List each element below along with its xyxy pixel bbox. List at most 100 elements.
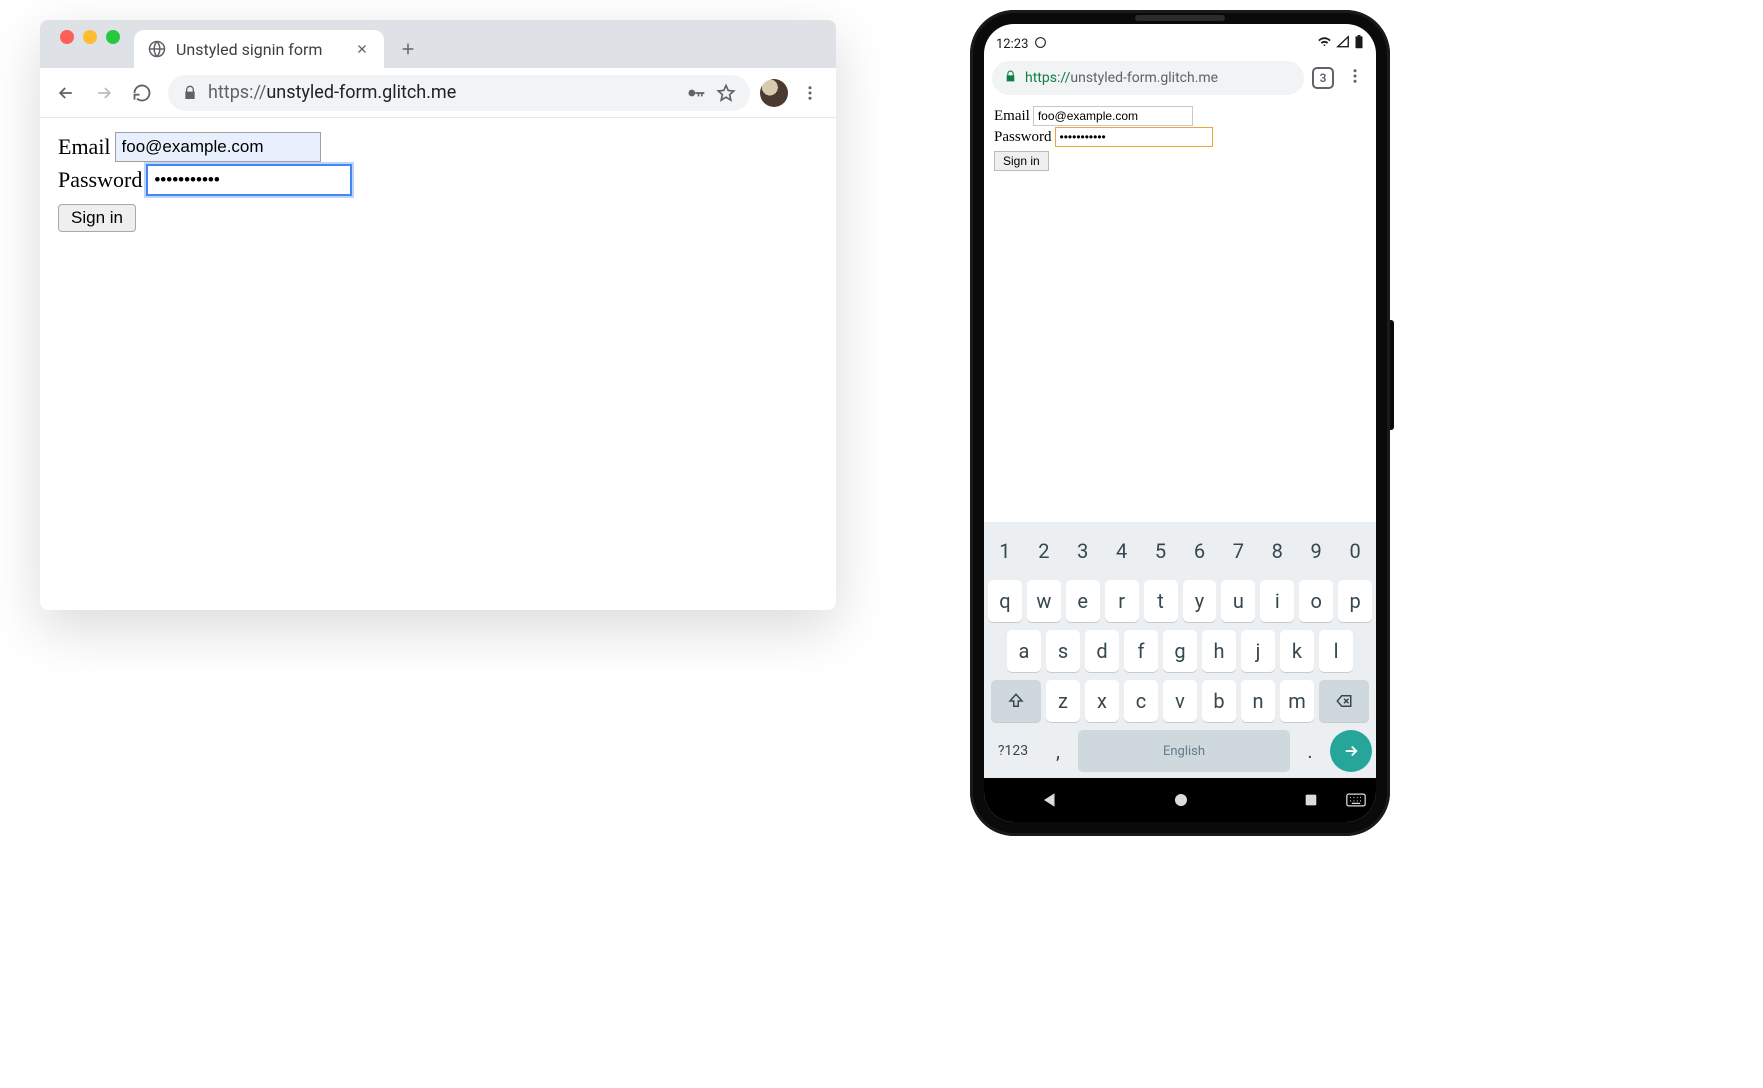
backspace-key[interactable] — [1319, 680, 1369, 722]
key-q[interactable]: q — [988, 580, 1022, 622]
url-text: https://unstyled-form.glitch.me — [208, 82, 676, 103]
key-1[interactable]: 1 — [988, 530, 1022, 572]
tab-switcher-button[interactable]: 3 — [1312, 67, 1334, 89]
key-x[interactable]: x — [1085, 680, 1119, 722]
key-t[interactable]: t — [1144, 580, 1178, 622]
back-button[interactable] — [48, 75, 84, 111]
mobile-menu-button[interactable] — [1342, 67, 1368, 89]
mobile-email-label: Email — [994, 108, 1030, 125]
key-8[interactable]: 8 — [1260, 530, 1294, 572]
mobile-email-row: Email — [994, 106, 1366, 126]
menu-button[interactable] — [792, 75, 828, 111]
mobile-page-content: Email Password Sign in — [984, 100, 1376, 522]
key-i[interactable]: i — [1260, 580, 1294, 622]
new-tab-button[interactable] — [392, 33, 424, 65]
email-row: Email — [58, 132, 818, 162]
email-label: Email — [58, 134, 111, 160]
key-j[interactable]: j — [1241, 630, 1275, 672]
close-tab-icon[interactable] — [354, 41, 370, 57]
space-key[interactable]: English — [1078, 730, 1290, 772]
key-0[interactable]: 0 — [1338, 530, 1372, 572]
key-d[interactable]: d — [1085, 630, 1119, 672]
address-bar[interactable]: https://unstyled-form.glitch.me — [168, 75, 750, 111]
soft-keyboard: 1 2 3 4 5 6 7 8 9 0 q w e r t y u i o — [984, 522, 1376, 778]
key-s[interactable]: s — [1046, 630, 1080, 672]
key-p[interactable]: p — [1338, 580, 1372, 622]
key-u[interactable]: u — [1221, 580, 1255, 622]
key-icon[interactable] — [686, 83, 706, 103]
signal-icon — [1336, 35, 1350, 53]
key-w[interactable]: w — [1027, 580, 1061, 622]
tab-title: Unstyled signin form — [176, 40, 344, 59]
mobile-url-host: unstyled-form.glitch.me — [1070, 70, 1218, 86]
close-window-button[interactable] — [60, 30, 74, 44]
kb-row-2: a s d f g h j k l — [988, 630, 1372, 672]
forward-button[interactable] — [86, 75, 122, 111]
key-g[interactable]: g — [1163, 630, 1197, 672]
key-a[interactable]: a — [1007, 630, 1041, 672]
key-5[interactable]: 5 — [1144, 530, 1178, 572]
key-9[interactable]: 9 — [1299, 530, 1333, 572]
key-7[interactable]: 7 — [1221, 530, 1255, 572]
key-o[interactable]: o — [1299, 580, 1333, 622]
kb-row-numbers: 1 2 3 4 5 6 7 8 9 0 — [988, 530, 1372, 572]
mobile-password-label: Password — [994, 129, 1052, 146]
key-y[interactable]: y — [1183, 580, 1217, 622]
reload-button[interactable] — [124, 75, 160, 111]
nav-home-button[interactable] — [1172, 791, 1190, 809]
mobile-url-scheme: https:// — [1025, 70, 1070, 86]
power-button — [1390, 320, 1394, 430]
lock-icon — [182, 85, 198, 101]
email-input[interactable] — [115, 132, 321, 162]
key-6[interactable]: 6 — [1183, 530, 1217, 572]
key-c[interactable]: c — [1124, 680, 1158, 722]
key-e[interactable]: e — [1066, 580, 1100, 622]
status-time: 12:23 — [996, 37, 1028, 52]
key-f[interactable]: f — [1124, 630, 1158, 672]
profile-avatar[interactable] — [760, 79, 788, 107]
globe-icon — [148, 40, 166, 58]
key-h[interactable]: h — [1202, 630, 1236, 672]
wifi-icon — [1317, 35, 1332, 54]
key-k[interactable]: k — [1280, 630, 1314, 672]
mobile-address-bar[interactable]: https://unstyled-form.glitch.me — [992, 61, 1304, 95]
key-m[interactable]: m — [1280, 680, 1314, 722]
nav-back-button[interactable] — [1041, 791, 1059, 809]
key-n[interactable]: n — [1241, 680, 1275, 722]
key-3[interactable]: 3 — [1066, 530, 1100, 572]
mobile-email-input[interactable] — [1033, 106, 1193, 126]
kb-row-bottom: ?123 , English . — [988, 730, 1372, 772]
maximize-window-button[interactable] — [106, 30, 120, 44]
lock-icon — [1004, 70, 1017, 87]
mobile-browser-toolbar: https://unstyled-form.glitch.me 3 — [984, 56, 1376, 100]
password-input[interactable] — [146, 164, 352, 196]
key-2[interactable]: 2 — [1027, 530, 1061, 572]
enter-key[interactable] — [1330, 730, 1372, 772]
status-bar: 12:23 — [984, 32, 1376, 56]
window-controls — [48, 30, 134, 58]
signin-button[interactable]: Sign in — [58, 204, 136, 232]
tab-strip: Unstyled signin form — [40, 20, 836, 68]
period-key[interactable]: . — [1295, 730, 1325, 772]
phone-speaker — [1135, 15, 1225, 21]
nav-recent-button[interactable] — [1303, 792, 1319, 808]
key-z[interactable]: z — [1046, 680, 1080, 722]
kb-row-1: q w e r t y u i o p — [988, 580, 1372, 622]
key-b[interactable]: b — [1202, 680, 1236, 722]
symbols-key[interactable]: ?123 — [988, 730, 1038, 772]
key-v[interactable]: v — [1163, 680, 1197, 722]
password-label: Password — [58, 167, 142, 193]
browser-tab[interactable]: Unstyled signin form — [134, 30, 384, 68]
key-4[interactable]: 4 — [1105, 530, 1139, 572]
key-r[interactable]: r — [1105, 580, 1139, 622]
mobile-signin-button[interactable]: Sign in — [994, 151, 1049, 171]
mobile-password-input[interactable] — [1055, 127, 1213, 147]
shift-key[interactable] — [991, 680, 1041, 722]
key-l[interactable]: l — [1319, 630, 1353, 672]
url-scheme: https:// — [208, 82, 266, 103]
nav-keyboard-switch-button[interactable] — [1346, 793, 1366, 807]
comma-key[interactable]: , — [1043, 730, 1073, 772]
minimize-window-button[interactable] — [83, 30, 97, 44]
star-icon[interactable] — [716, 83, 736, 103]
kb-row-3: z x c v b n m — [988, 680, 1372, 722]
